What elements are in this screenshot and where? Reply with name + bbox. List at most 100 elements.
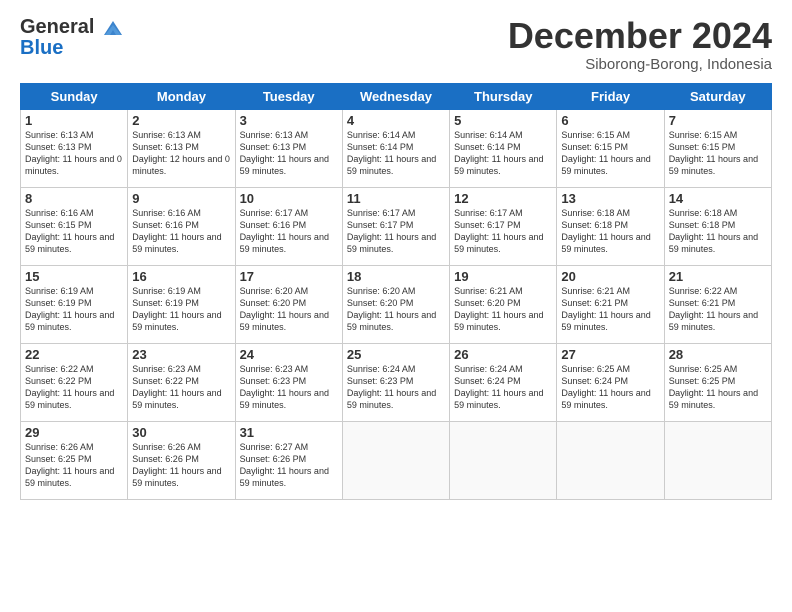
day-number: 18 (347, 269, 445, 284)
cell-info: Sunrise: 6:27 AMSunset: 6:26 PMDaylight:… (240, 441, 338, 490)
weekday-header-wednesday: Wednesday (342, 83, 449, 109)
page-header: General Blue December 2024 Siborong-Boro… (20, 16, 772, 73)
cell-info: Sunrise: 6:16 AMSunset: 6:16 PMDaylight:… (132, 207, 230, 256)
calendar-cell: 30Sunrise: 6:26 AMSunset: 6:26 PMDayligh… (128, 421, 235, 499)
calendar-cell: 24Sunrise: 6:23 AMSunset: 6:23 PMDayligh… (235, 343, 342, 421)
logo-blue: Blue (20, 37, 124, 60)
cell-info: Sunrise: 6:13 AMSunset: 6:13 PMDaylight:… (25, 129, 123, 178)
cell-info: Sunrise: 6:25 AMSunset: 6:24 PMDaylight:… (561, 363, 659, 412)
calendar-cell: 20Sunrise: 6:21 AMSunset: 6:21 PMDayligh… (557, 265, 664, 343)
month-title: December 2024 (508, 16, 772, 56)
calendar-cell: 25Sunrise: 6:24 AMSunset: 6:23 PMDayligh… (342, 343, 449, 421)
cell-info: Sunrise: 6:24 AMSunset: 6:23 PMDaylight:… (347, 363, 445, 412)
day-number: 7 (669, 113, 767, 128)
weekday-header-row: SundayMondayTuesdayWednesdayThursdayFrid… (21, 83, 772, 109)
day-number: 11 (347, 191, 445, 206)
calendar-cell: 15Sunrise: 6:19 AMSunset: 6:19 PMDayligh… (21, 265, 128, 343)
logo-text: General (20, 16, 124, 39)
cell-info: Sunrise: 6:21 AMSunset: 6:21 PMDaylight:… (561, 285, 659, 334)
page-container: General Blue December 2024 Siborong-Boro… (0, 0, 792, 612)
day-number: 5 (454, 113, 552, 128)
day-number: 19 (454, 269, 552, 284)
cell-info: Sunrise: 6:13 AMSunset: 6:13 PMDaylight:… (240, 129, 338, 178)
calendar-week-3: 15Sunrise: 6:19 AMSunset: 6:19 PMDayligh… (21, 265, 772, 343)
cell-info: Sunrise: 6:21 AMSunset: 6:20 PMDaylight:… (454, 285, 552, 334)
day-number: 21 (669, 269, 767, 284)
day-number: 15 (25, 269, 123, 284)
day-number: 14 (669, 191, 767, 206)
calendar-cell (450, 421, 557, 499)
day-number: 16 (132, 269, 230, 284)
cell-info: Sunrise: 6:26 AMSunset: 6:26 PMDaylight:… (132, 441, 230, 490)
cell-info: Sunrise: 6:18 AMSunset: 6:18 PMDaylight:… (561, 207, 659, 256)
calendar-cell: 11Sunrise: 6:17 AMSunset: 6:17 PMDayligh… (342, 187, 449, 265)
cell-info: Sunrise: 6:17 AMSunset: 6:17 PMDaylight:… (347, 207, 445, 256)
calendar-cell: 12Sunrise: 6:17 AMSunset: 6:17 PMDayligh… (450, 187, 557, 265)
calendar-cell: 9Sunrise: 6:16 AMSunset: 6:16 PMDaylight… (128, 187, 235, 265)
calendar-cell: 5Sunrise: 6:14 AMSunset: 6:14 PMDaylight… (450, 109, 557, 187)
logo-icon (102, 17, 124, 39)
day-number: 1 (25, 113, 123, 128)
calendar-cell: 22Sunrise: 6:22 AMSunset: 6:22 PMDayligh… (21, 343, 128, 421)
cell-info: Sunrise: 6:17 AMSunset: 6:17 PMDaylight:… (454, 207, 552, 256)
cell-info: Sunrise: 6:18 AMSunset: 6:18 PMDaylight:… (669, 207, 767, 256)
calendar-cell: 14Sunrise: 6:18 AMSunset: 6:18 PMDayligh… (664, 187, 771, 265)
cell-info: Sunrise: 6:16 AMSunset: 6:15 PMDaylight:… (25, 207, 123, 256)
weekday-header-sunday: Sunday (21, 83, 128, 109)
logo: General Blue (20, 16, 124, 60)
cell-info: Sunrise: 6:22 AMSunset: 6:21 PMDaylight:… (669, 285, 767, 334)
calendar-week-4: 22Sunrise: 6:22 AMSunset: 6:22 PMDayligh… (21, 343, 772, 421)
cell-info: Sunrise: 6:14 AMSunset: 6:14 PMDaylight:… (347, 129, 445, 178)
cell-info: Sunrise: 6:13 AMSunset: 6:13 PMDaylight:… (132, 129, 230, 178)
weekday-header-friday: Friday (557, 83, 664, 109)
day-number: 31 (240, 425, 338, 440)
cell-info: Sunrise: 6:15 AMSunset: 6:15 PMDaylight:… (561, 129, 659, 178)
day-number: 20 (561, 269, 659, 284)
cell-info: Sunrise: 6:20 AMSunset: 6:20 PMDaylight:… (347, 285, 445, 334)
day-number: 9 (132, 191, 230, 206)
weekday-header-thursday: Thursday (450, 83, 557, 109)
calendar-cell: 1Sunrise: 6:13 AMSunset: 6:13 PMDaylight… (21, 109, 128, 187)
calendar-cell: 18Sunrise: 6:20 AMSunset: 6:20 PMDayligh… (342, 265, 449, 343)
calendar-cell: 7Sunrise: 6:15 AMSunset: 6:15 PMDaylight… (664, 109, 771, 187)
calendar-cell: 16Sunrise: 6:19 AMSunset: 6:19 PMDayligh… (128, 265, 235, 343)
calendar-cell: 27Sunrise: 6:25 AMSunset: 6:24 PMDayligh… (557, 343, 664, 421)
cell-info: Sunrise: 6:25 AMSunset: 6:25 PMDaylight:… (669, 363, 767, 412)
day-number: 8 (25, 191, 123, 206)
calendar-table: SundayMondayTuesdayWednesdayThursdayFrid… (20, 83, 772, 500)
weekday-header-tuesday: Tuesday (235, 83, 342, 109)
calendar-cell: 17Sunrise: 6:20 AMSunset: 6:20 PMDayligh… (235, 265, 342, 343)
day-number: 10 (240, 191, 338, 206)
location-subtitle: Siborong-Borong, Indonesia (508, 56, 772, 73)
calendar-cell: 8Sunrise: 6:16 AMSunset: 6:15 PMDaylight… (21, 187, 128, 265)
cell-info: Sunrise: 6:26 AMSunset: 6:25 PMDaylight:… (25, 441, 123, 490)
cell-info: Sunrise: 6:19 AMSunset: 6:19 PMDaylight:… (25, 285, 123, 334)
cell-info: Sunrise: 6:17 AMSunset: 6:16 PMDaylight:… (240, 207, 338, 256)
cell-info: Sunrise: 6:23 AMSunset: 6:23 PMDaylight:… (240, 363, 338, 412)
cell-info: Sunrise: 6:19 AMSunset: 6:19 PMDaylight:… (132, 285, 230, 334)
calendar-cell: 10Sunrise: 6:17 AMSunset: 6:16 PMDayligh… (235, 187, 342, 265)
calendar-cell (664, 421, 771, 499)
calendar-cell: 21Sunrise: 6:22 AMSunset: 6:21 PMDayligh… (664, 265, 771, 343)
cell-info: Sunrise: 6:15 AMSunset: 6:15 PMDaylight:… (669, 129, 767, 178)
day-number: 27 (561, 347, 659, 362)
calendar-cell: 31Sunrise: 6:27 AMSunset: 6:26 PMDayligh… (235, 421, 342, 499)
calendar-cell (557, 421, 664, 499)
day-number: 26 (454, 347, 552, 362)
calendar-cell: 2Sunrise: 6:13 AMSunset: 6:13 PMDaylight… (128, 109, 235, 187)
calendar-cell: 29Sunrise: 6:26 AMSunset: 6:25 PMDayligh… (21, 421, 128, 499)
day-number: 13 (561, 191, 659, 206)
day-number: 24 (240, 347, 338, 362)
calendar-cell: 23Sunrise: 6:23 AMSunset: 6:22 PMDayligh… (128, 343, 235, 421)
calendar-cell: 6Sunrise: 6:15 AMSunset: 6:15 PMDaylight… (557, 109, 664, 187)
calendar-cell (342, 421, 449, 499)
calendar-cell: 26Sunrise: 6:24 AMSunset: 6:24 PMDayligh… (450, 343, 557, 421)
day-number: 17 (240, 269, 338, 284)
cell-info: Sunrise: 6:23 AMSunset: 6:22 PMDaylight:… (132, 363, 230, 412)
calendar-cell: 4Sunrise: 6:14 AMSunset: 6:14 PMDaylight… (342, 109, 449, 187)
calendar-cell: 3Sunrise: 6:13 AMSunset: 6:13 PMDaylight… (235, 109, 342, 187)
day-number: 25 (347, 347, 445, 362)
cell-info: Sunrise: 6:20 AMSunset: 6:20 PMDaylight:… (240, 285, 338, 334)
calendar-week-2: 8Sunrise: 6:16 AMSunset: 6:15 PMDaylight… (21, 187, 772, 265)
calendar-week-1: 1Sunrise: 6:13 AMSunset: 6:13 PMDaylight… (21, 109, 772, 187)
